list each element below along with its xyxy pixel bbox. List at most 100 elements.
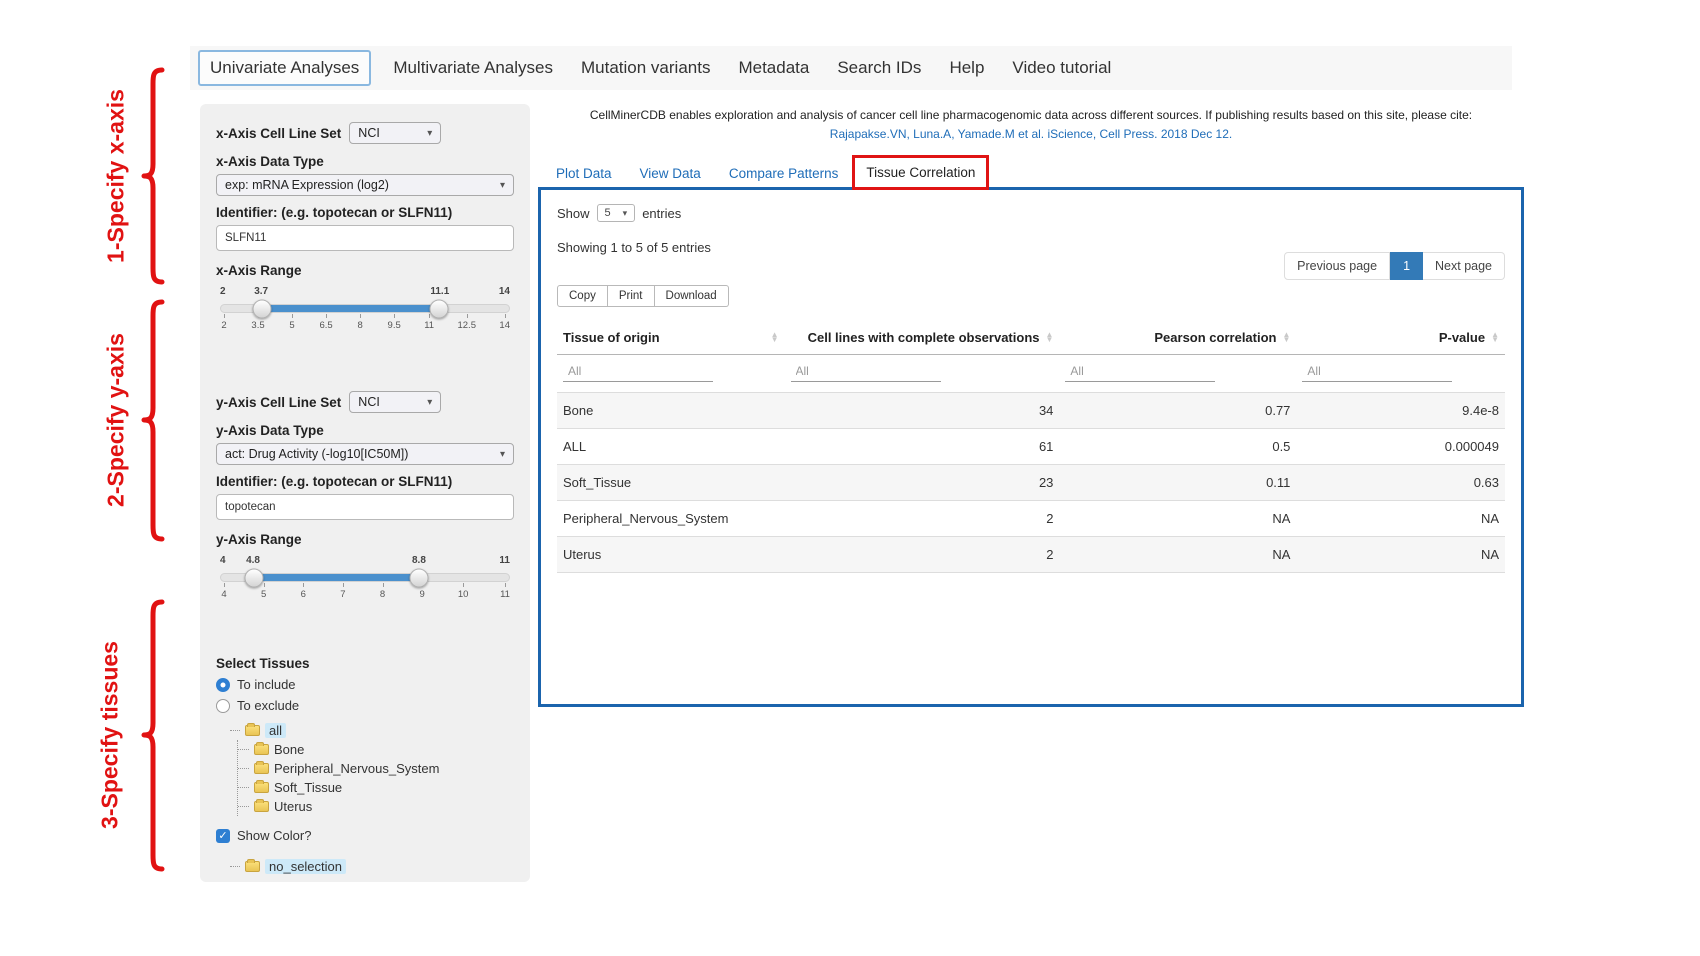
cell-cell-lines: 2 (785, 537, 1060, 573)
previous-page-button[interactable]: Previous page (1284, 252, 1390, 280)
nav-tab-univariate-analyses[interactable]: Univariate Analyses (198, 50, 371, 86)
cell-cell-lines: 61 (785, 429, 1060, 465)
filter-cell-lines-input[interactable] (791, 361, 941, 382)
tick-label: 14 (499, 320, 510, 331)
tab-compare-patterns[interactable]: Compare Patterns (715, 157, 853, 190)
cell-tissue: Soft_Tissue (557, 465, 785, 501)
print-button[interactable]: Print (608, 285, 655, 307)
filter-pearson-input[interactable] (1065, 361, 1215, 382)
y-range-handle-from[interactable] (244, 568, 263, 587)
bracket-x-axis (140, 66, 166, 286)
tab-tissue-correlation[interactable]: Tissue Correlation (852, 155, 989, 190)
page-length-select[interactable]: 5 ▾ (597, 204, 636, 222)
filter-p-value-input[interactable] (1302, 361, 1452, 382)
col-header-pearson-correlation[interactable]: Pearson correlation ▲▼ (1059, 321, 1296, 355)
tree-node-uterus[interactable]: Uterus (238, 797, 514, 816)
y-identifier-input[interactable] (216, 494, 514, 520)
exclude-radio[interactable] (216, 699, 230, 713)
y-range-slider[interactable]: 4 4.8 8.8 11 4 5 6 7 8 9 10 11 (220, 555, 510, 600)
y-cell-line-set-value: NCI (358, 395, 380, 409)
show-color-checkbox[interactable]: ✓ (216, 829, 230, 843)
y-cell-line-set-label: y-Axis Cell Line Set (216, 395, 341, 410)
col-header-p-value[interactable]: P-value ▲▼ (1296, 321, 1505, 355)
x-data-type-label: x-Axis Data Type (216, 154, 514, 169)
nav-tab-video-tutorial[interactable]: Video tutorial (998, 50, 1125, 86)
x-cell-line-set-value: NCI (358, 126, 380, 140)
tree-node-all[interactable]: all (265, 723, 286, 738)
nav-tab-search-ids[interactable]: Search IDs (823, 50, 935, 86)
tree-node-soft-tissue[interactable]: Soft_Tissue (238, 778, 514, 797)
folder-icon (254, 763, 269, 774)
cell-pearson: 0.11 (1059, 465, 1296, 501)
citation-link[interactable]: Rajapakse.VN, Luna.A, Yamade.M et al. iS… (538, 125, 1524, 144)
include-radio-row[interactable]: To include (216, 677, 514, 692)
y-range-label: y-Axis Range (216, 532, 514, 547)
col-header-cell-lines[interactable]: Cell lines with complete observations ▲▼ (785, 321, 1060, 355)
cell-pearson: 0.77 (1059, 393, 1296, 429)
cell-p-value: 0.000049 (1296, 429, 1505, 465)
col-header-tissue-of-origin[interactable]: Tissue of origin ▲▼ (557, 321, 785, 355)
cell-tissue: Uterus (557, 537, 785, 573)
tick-label: 8 (356, 320, 364, 331)
x-cell-line-set-select[interactable]: NCI ▾ (349, 122, 441, 144)
x-data-type-value: exp: mRNA Expression (log2) (225, 178, 389, 192)
result-tabs: Plot Data View Data Compare Patterns Tis… (542, 155, 1524, 190)
cell-pearson: 0.5 (1059, 429, 1296, 465)
show-color-label: Show Color? (237, 828, 311, 843)
nav-tab-mutation-variants[interactable]: Mutation variants (567, 50, 724, 86)
tree-node-bone[interactable]: Bone (238, 740, 514, 759)
tick-label: 11 (424, 320, 434, 331)
cell-tissue: ALL (557, 429, 785, 465)
tab-plot-data[interactable]: Plot Data (542, 157, 626, 190)
y-range-handle-to[interactable] (409, 568, 428, 587)
download-button[interactable]: Download (655, 285, 729, 307)
y-data-type-select[interactable]: act: Drug Activity (-log10[IC50M]) ▾ (216, 443, 514, 465)
tree-node-no-selection[interactable]: no_selection (265, 859, 346, 874)
col-header-label: P-value (1439, 330, 1485, 345)
annotation-x-axis: 1-Specify x-axis (103, 89, 130, 263)
x-range-handle-from[interactable] (252, 299, 271, 318)
x-range-ticks: 2 3.5 5 6.5 8 9.5 11 12.5 14 (220, 320, 510, 331)
x-range-slider[interactable]: 2 3.7 11.1 14 2 3.5 5 6.5 8 9.5 11 12.5 … (220, 286, 510, 331)
sort-icon[interactable]: ▲▼ (1491, 333, 1499, 343)
x-range-track[interactable] (220, 304, 510, 313)
filter-tissue-input[interactable] (563, 361, 713, 382)
chevron-down-icon: ▾ (500, 449, 505, 460)
x-identifier-input[interactable] (216, 225, 514, 251)
exclude-radio-row[interactable]: To exclude (216, 698, 514, 713)
chevron-down-icon: ▾ (427, 128, 432, 139)
tissue-correlation-panel: Show 5 ▾ entries Showing 1 to 5 of 5 ent… (538, 187, 1524, 707)
cell-tissue: Bone (557, 393, 785, 429)
table-row: Soft_Tissue 23 0.11 0.63 (557, 465, 1505, 501)
tree-node-peripheral-nervous-system[interactable]: Peripheral_Nervous_System (238, 759, 514, 778)
nav-tab-metadata[interactable]: Metadata (724, 50, 823, 86)
bracket-tissues (140, 598, 166, 873)
top-navbar: Univariate Analyses Multivariate Analyse… (190, 46, 1512, 90)
sort-icon[interactable]: ▲▼ (771, 333, 779, 343)
sort-icon[interactable]: ▲▼ (1283, 333, 1291, 343)
x-range-max-label: 14 (499, 286, 510, 297)
y-data-type-value: act: Drug Activity (-log10[IC50M]) (225, 447, 408, 461)
tick-label: 5 (288, 320, 296, 331)
show-color-row[interactable]: ✓ Show Color? (216, 828, 514, 843)
nav-tab-multivariate-analyses[interactable]: Multivariate Analyses (379, 50, 567, 86)
x-data-type-select[interactable]: exp: mRNA Expression (log2) ▾ (216, 174, 514, 196)
y-range-track[interactable] (220, 573, 510, 582)
tick-label: 3.5 (251, 320, 264, 331)
y-cell-line-set-select[interactable]: NCI ▾ (349, 391, 441, 413)
folder-icon (254, 744, 269, 755)
tab-view-data[interactable]: View Data (626, 157, 715, 190)
nav-tab-help[interactable]: Help (935, 50, 998, 86)
cell-p-value: NA (1296, 537, 1505, 573)
tree-connector (230, 730, 240, 731)
copy-button[interactable]: Copy (557, 285, 608, 307)
tick-label: 4 (220, 589, 228, 600)
tick-label: 9 (418, 589, 426, 600)
include-radio[interactable] (216, 678, 230, 692)
cell-pearson: NA (1059, 537, 1296, 573)
next-page-button[interactable]: Next page (1423, 252, 1505, 280)
x-range-handle-to[interactable] (430, 299, 449, 318)
table-row: Bone 34 0.77 9.4e-8 (557, 393, 1505, 429)
sort-icon[interactable]: ▲▼ (1046, 333, 1054, 343)
page-number-button[interactable]: 1 (1390, 252, 1423, 280)
